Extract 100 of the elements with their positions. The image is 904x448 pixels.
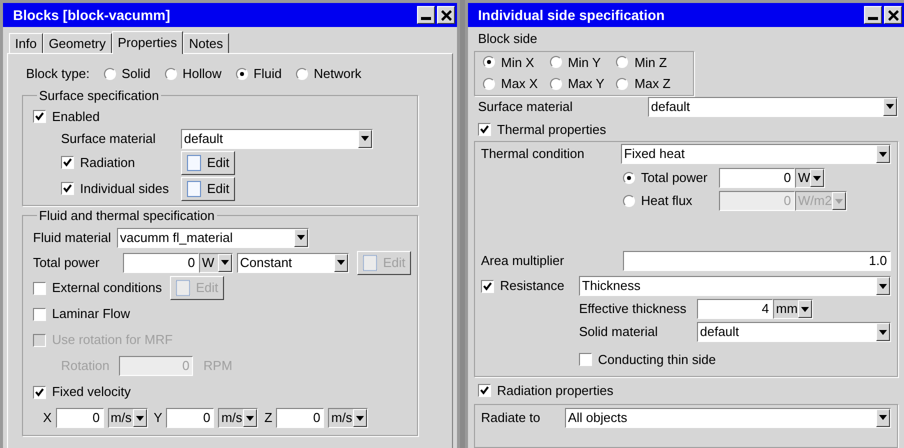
checkbox-label: Enabled — [52, 108, 100, 126]
unit-dropdown[interactable]: W — [795, 168, 825, 188]
tab[interactable]: Info — [9, 33, 43, 53]
radio-label: Max X — [501, 75, 538, 93]
input-field[interactable]: 0 — [719, 168, 795, 188]
radio-label: Fluid — [254, 65, 282, 83]
radio-button[interactable] — [483, 78, 495, 90]
radio-label: Min X — [501, 54, 534, 72]
checkbox[interactable] — [478, 384, 491, 398]
label: Effective thickness — [579, 300, 688, 318]
edit-icon — [187, 180, 201, 196]
label: Z — [264, 409, 272, 428]
checkbox[interactable] — [478, 122, 491, 136]
radio-button[interactable] — [164, 68, 177, 80]
label: Y — [154, 409, 162, 428]
unit-dropdown[interactable]: W — [199, 252, 233, 272]
radio-button[interactable] — [296, 68, 308, 80]
checkbox-label: Radiation properties — [497, 382, 614, 400]
dropdown[interactable]: default — [181, 128, 373, 148]
edit-button[interactable]: Edit — [181, 176, 236, 200]
dropdown[interactable]: Fixed heat — [621, 144, 891, 164]
unit-dropdown[interactable]: m/s — [218, 408, 258, 428]
radio-label: Solid — [122, 65, 151, 83]
caret-icon — [334, 254, 348, 272]
edit-icon — [363, 254, 377, 270]
radio-label: Hollow — [182, 65, 222, 83]
label: Radiate to — [481, 408, 542, 427]
radio-button[interactable] — [104, 68, 116, 80]
input-field[interactable]: 0 — [276, 408, 324, 428]
caret-icon — [876, 323, 890, 341]
minimize-icon — [421, 17, 431, 20]
dropdown[interactable]: vacumm fl_material — [117, 228, 310, 248]
close-icon — [888, 10, 898, 20]
caret-icon — [883, 98, 897, 116]
checkbox-label: Radiation — [80, 154, 135, 172]
tab[interactable]: Geometry — [42, 33, 112, 53]
label: Total power — [33, 254, 100, 272]
checkbox[interactable] — [33, 110, 46, 124]
label: Block type: — [26, 65, 90, 83]
radio-button[interactable] — [550, 78, 562, 90]
label: Block side — [478, 31, 538, 46]
unit-dropdown[interactable]: m/s — [108, 408, 148, 428]
caret-icon — [294, 228, 308, 246]
input-field[interactable]: 0 — [123, 252, 199, 272]
checkbox[interactable] — [481, 280, 494, 292]
caret-icon — [832, 192, 846, 210]
checkbox[interactable] — [61, 156, 74, 169]
label: Fluid material — [33, 228, 112, 247]
input-field[interactable]: 0 — [166, 408, 214, 428]
window-title: Blocks [block-vacumm] — [13, 6, 172, 25]
checkbox-label: Individual sides — [80, 180, 169, 198]
caret-icon — [876, 277, 890, 295]
checkbox-label: External conditions — [52, 279, 162, 298]
dropdown[interactable]: Thickness — [579, 276, 891, 296]
tab[interactable]: Notes — [183, 33, 229, 53]
unit-dropdown[interactable]: mm — [773, 299, 813, 319]
label: Area multiplier — [481, 252, 566, 270]
close-icon — [440, 10, 452, 20]
caret-icon — [132, 409, 147, 427]
radio-button[interactable] — [550, 56, 562, 68]
checkbox[interactable] — [33, 282, 46, 294]
minimize-button[interactable] — [417, 6, 435, 24]
radio-label: Max Z — [634, 75, 671, 93]
input-field[interactable]: 4 — [697, 299, 773, 319]
input-field[interactable]: 1.0 — [623, 251, 891, 271]
input-field[interactable]: 0 — [56, 408, 104, 428]
radio-label: Min Y — [568, 54, 601, 72]
radio-button[interactable] — [236, 68, 248, 80]
radio-button[interactable] — [623, 172, 635, 184]
caret-icon — [810, 169, 824, 187]
minimize-icon — [868, 17, 878, 20]
tab[interactable]: Properties — [112, 31, 184, 54]
checkbox[interactable] — [33, 308, 46, 320]
checkbox-label: Resistance — [500, 277, 564, 296]
checkbox[interactable] — [579, 353, 592, 366]
close-button[interactable] — [437, 6, 455, 24]
label: X — [43, 409, 52, 428]
dropdown[interactable]: default — [697, 322, 891, 342]
group-title: Surface specification — [38, 86, 160, 105]
radio-label: Max Y — [568, 75, 604, 93]
group-title: Fluid and thermal specification — [38, 206, 216, 225]
minimize-button[interactable] — [864, 6, 882, 24]
checkbox-label: Conducting thin side — [598, 351, 716, 369]
unit-dropdown[interactable]: m/s — [328, 408, 368, 428]
caret-icon — [876, 145, 890, 163]
close-button[interactable] — [884, 6, 902, 24]
radio-label: Heat flux — [641, 192, 692, 210]
checkbox[interactable] — [61, 182, 74, 195]
dropdown[interactable]: Constant — [237, 252, 349, 272]
radio-button[interactable] — [616, 78, 628, 90]
edit-icon — [187, 154, 201, 170]
radio-button[interactable] — [483, 56, 495, 68]
radio-button[interactable] — [616, 56, 628, 68]
checkbox[interactable] — [33, 386, 46, 398]
dropdown[interactable]: default — [648, 96, 898, 116]
label: Surface material — [478, 98, 574, 116]
edit-button[interactable]: Edit — [181, 150, 236, 174]
dropdown[interactable]: All objects — [565, 408, 891, 428]
label: Surface material — [61, 130, 157, 148]
window-title: Individual side specification — [478, 6, 666, 25]
